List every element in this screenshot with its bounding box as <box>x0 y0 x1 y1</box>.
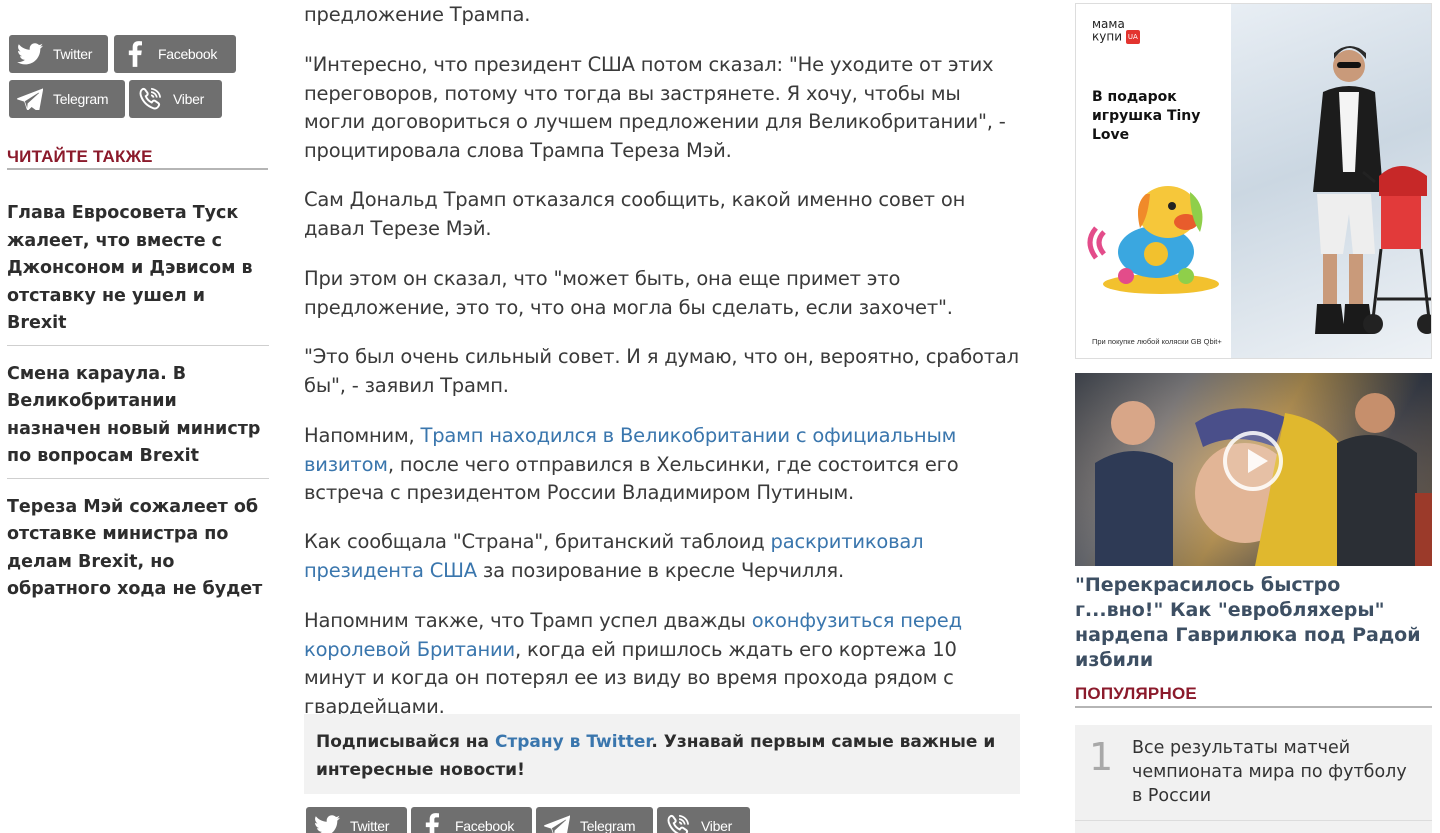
share-viber-label: Viber <box>173 91 204 107</box>
read-also-separator <box>7 477 269 479</box>
ad-logo-line2: купи <box>1092 29 1122 44</box>
video-thumbnail[interactable] <box>1075 373 1432 566</box>
telegram-icon <box>15 84 45 114</box>
article-paragraph: "Это был очень сильный совет. И я думаю,… <box>304 345 1019 397</box>
article-paragraph: Напомним также, что Трамп успел дважды о… <box>304 607 1024 721</box>
popular-item-number: 1 <box>1089 735 1114 779</box>
article-text: Напомним, <box>304 424 421 447</box>
share-facebook-button[interactable]: Facebook <box>114 35 236 73</box>
subscribe-box: Подписывайся на Страну в Twitter. Узнава… <box>304 714 1020 794</box>
play-icon[interactable] <box>1223 431 1283 491</box>
share-twitter-button[interactable]: Twitter <box>9 35 108 73</box>
share-facebook-label: Facebook <box>455 818 515 833</box>
share-viber-label: Viber <box>701 818 732 833</box>
share-telegram-button[interactable]: Telegram <box>536 807 653 833</box>
ad-banner[interactable]: мама купи UA В подарок игрушка Tiny Love… <box>1075 3 1432 359</box>
article-text: за позирование в кресле Черчилля. <box>476 558 844 582</box>
share-viber-button[interactable]: Viber <box>129 80 222 118</box>
article-paragraph: Сам Дональд Трамп отказался сообщить, ка… <box>304 188 966 240</box>
popular-divider <box>1075 706 1432 708</box>
viber-icon <box>135 84 165 114</box>
read-also-item[interactable]: Глава Евросовета Туск жалеет, что вместе… <box>7 200 269 338</box>
twitter-icon <box>15 39 45 69</box>
facebook-icon <box>417 811 447 833</box>
share-twitter-label: Twitter <box>53 46 93 62</box>
popular-heading: ПОПУЛЯРНОЕ <box>1075 684 1197 703</box>
share-twitter-button[interactable]: Twitter <box>306 807 407 833</box>
subscribe-text: Подписывайся на <box>316 732 495 752</box>
share-facebook-label: Facebook <box>158 46 218 62</box>
article-paragraph: При этом он сказал, что "может быть, она… <box>304 267 953 319</box>
viber-icon <box>663 811 693 833</box>
article-text: Напомним также, что Трамп успел дважды <box>304 609 752 632</box>
share-telegram-label: Telegram <box>53 91 109 107</box>
read-also-separator <box>7 344 269 346</box>
share-telegram-button[interactable]: Telegram <box>9 80 125 118</box>
read-also-list: Глава Евросовета Туск жалеет, что вместе… <box>7 200 269 604</box>
popular-item-title: Все результаты матчей чемпионата мира по… <box>1132 738 1407 806</box>
article-paragraph: Напомним, Трамп находился в Великобритан… <box>304 422 1024 508</box>
article-paragraph: предложение Трампа. <box>304 3 531 26</box>
ad-footnote: При покупке любой коляски GB Qbit+ <box>1092 337 1222 346</box>
read-also-heading: ЧИТАЙТЕ ТАКЖЕ <box>7 147 153 166</box>
popular-item[interactable] <box>1075 820 1432 833</box>
read-also-item[interactable]: Тереза Мэй сожалеет об отставке министра… <box>7 494 269 604</box>
video-title-link[interactable]: "Перекрасилось быстро г...вно!" Как "евр… <box>1075 573 1435 673</box>
subscribe-twitter-link[interactable]: Страну в Twitter <box>495 732 651 752</box>
article-paragraph: Как сообщала "Страна", британский таблои… <box>304 528 1024 585</box>
popular-item[interactable]: 1 Все результаты матчей чемпионата мира … <box>1075 725 1432 820</box>
ad-logo-badge: UA <box>1125 30 1140 44</box>
ad-logo-line1: мама <box>1092 17 1125 31</box>
read-also-item[interactable]: Смена караула. В Великобритании назначен… <box>7 361 269 471</box>
share-twitter-label: Twitter <box>350 818 390 833</box>
share-viber-button[interactable]: Viber <box>657 807 750 833</box>
facebook-icon <box>120 39 150 69</box>
read-also-divider <box>7 168 268 170</box>
article-paragraph: "Интересно, что президент США потом сказ… <box>304 53 1006 162</box>
article-text: Как сообщала "Страна", британский таблои… <box>304 530 771 553</box>
ad-person-with-stroller <box>1313 46 1431 334</box>
twitter-icon <box>312 811 342 833</box>
telegram-icon <box>542 811 572 833</box>
share-facebook-button[interactable]: Facebook <box>411 807 532 833</box>
ad-logo: мама купи UA <box>1092 18 1140 44</box>
ad-title: В подарок игрушка Tiny Love <box>1092 89 1201 143</box>
ad-toy-dog-image <box>1087 186 1219 294</box>
share-telegram-label: Telegram <box>580 818 636 833</box>
article-text: , после чего отправился в Хельсинки, где… <box>304 452 959 505</box>
